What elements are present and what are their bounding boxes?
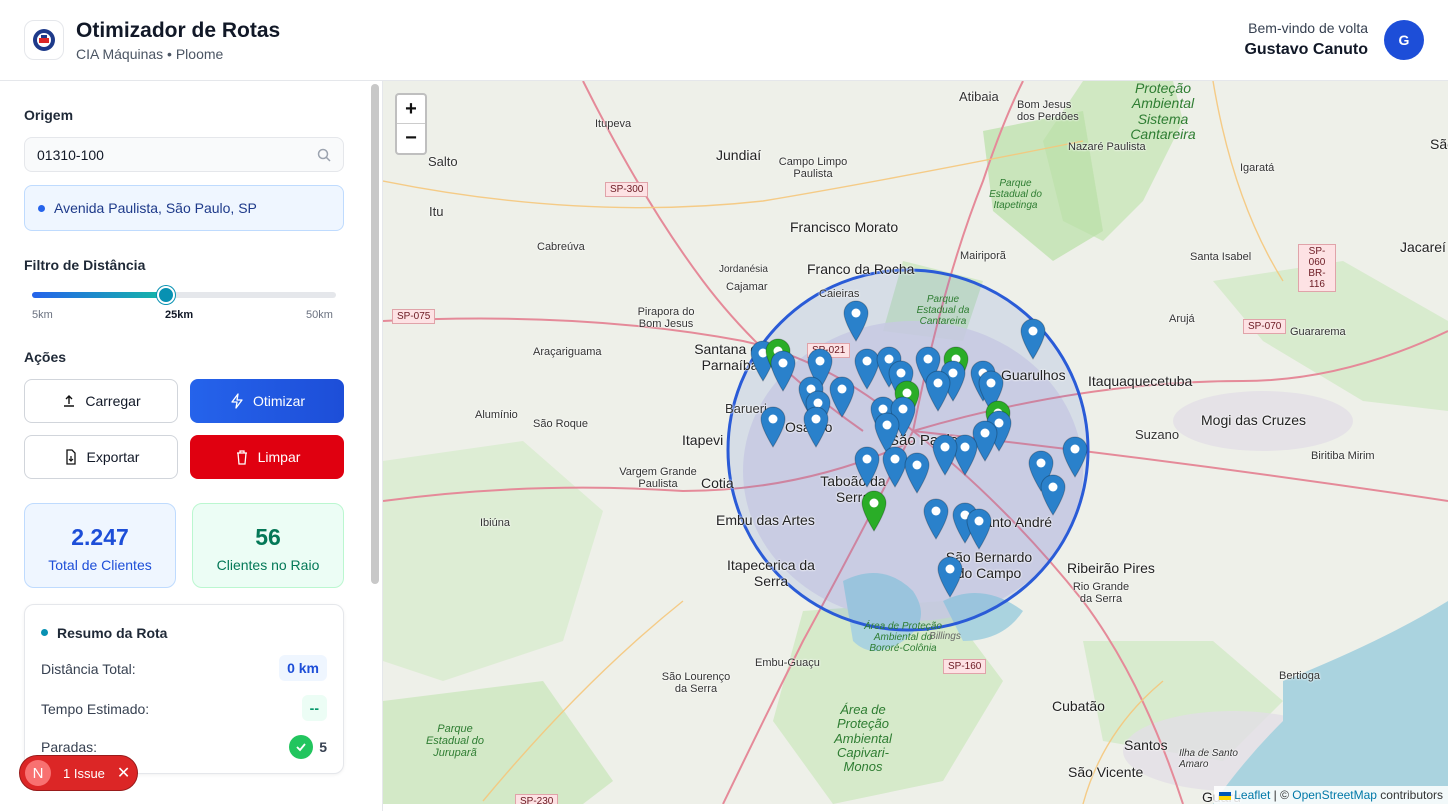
radius-clients-value: 56 <box>255 524 281 550</box>
flag-icon <box>1218 791 1231 800</box>
client-marker[interactable] <box>882 446 908 488</box>
client-marker[interactable] <box>937 556 963 598</box>
radius-clients-label: Clientes no Raio <box>216 557 320 573</box>
origin-label: Origem <box>24 107 74 123</box>
upload-icon <box>64 395 75 407</box>
total-clients-card: 2.247 Total de Clientes <box>24 503 176 588</box>
client-marker[interactable] <box>854 348 880 390</box>
slider-current-label: 25km <box>165 309 194 321</box>
map-view[interactable]: Atibaia Bom Jesus dos Perdões Itupeva Ju… <box>383 81 1448 804</box>
issue-badge[interactable]: N 1 Issue ✕ <box>19 755 138 791</box>
client-marker[interactable] <box>1020 318 1046 360</box>
client-marker[interactable] <box>972 420 998 462</box>
total-clients-label: Total de Clientes <box>48 557 152 573</box>
clear-button[interactable]: Limpar <box>190 435 344 479</box>
distance-slider[interactable] <box>32 286 336 304</box>
check-icon <box>289 735 314 759</box>
file-icon <box>65 449 76 465</box>
client-marker[interactable] <box>1040 474 1066 516</box>
zoom-in-button[interactable]: + <box>397 95 425 124</box>
lightning-icon <box>231 393 243 409</box>
zoom-control: + − <box>395 93 427 155</box>
total-clients-value: 2.247 <box>71 524 129 550</box>
origin-search <box>24 137 344 172</box>
map-attribution: Leaflet | © OpenStreetMap contributors <box>1213 786 1448 804</box>
slider-min-label: 5km <box>32 309 53 321</box>
route-summary-card: Resumo da Rota Distância Total: 0 km Tem… <box>24 604 344 774</box>
slider-max-label: 50km <box>306 309 333 321</box>
attribution-separator: | © <box>1270 788 1293 802</box>
location-dot-icon <box>38 204 45 212</box>
stops-count: 5 <box>289 735 327 759</box>
route-summary-title: Resumo da Rota <box>57 625 168 641</box>
client-marker[interactable] <box>760 406 786 448</box>
radius-clients-card: 56 Clientes no Raio <box>192 503 344 588</box>
app-subtitle: CIA Máquinas • Ploome <box>76 46 224 62</box>
company-logo <box>24 20 64 60</box>
export-button-label: Exportar <box>86 449 140 465</box>
client-marker[interactable] <box>923 498 949 540</box>
marker-layer <box>750 300 1088 598</box>
issue-text: 1 Issue <box>63 765 105 781</box>
estimated-time-value: -- <box>301 695 327 721</box>
slider-thumb[interactable] <box>156 286 175 304</box>
client-marker[interactable] <box>770 350 796 392</box>
user-avatar[interactable]: G <box>1384 20 1424 60</box>
logo-icon <box>33 29 55 51</box>
client-marker[interactable] <box>966 508 992 550</box>
total-distance-value: 0 km <box>279 655 327 681</box>
osm-link[interactable]: OpenStreetMap <box>1292 788 1377 802</box>
selected-address: Avenida Paulista, São Paulo, SP <box>24 185 344 231</box>
load-button-label: Carregar <box>85 393 141 409</box>
close-icon[interactable]: ✕ <box>117 763 130 783</box>
client-marker[interactable] <box>803 406 829 448</box>
attribution-tail: contributors <box>1376 788 1443 802</box>
client-marker[interactable] <box>843 300 869 342</box>
slider-fill <box>32 292 166 298</box>
sidebar-scrollbar[interactable] <box>371 84 379 584</box>
issue-initial: N <box>25 760 51 786</box>
estimated-time-label: Tempo Estimado: <box>41 701 150 717</box>
trash-icon <box>236 450 247 465</box>
clear-button-label: Limpar <box>257 449 301 465</box>
leaflet-link[interactable]: Leaflet <box>1234 788 1270 802</box>
load-button[interactable]: Carregar <box>24 379 178 423</box>
stops-label: Paradas: <box>41 739 98 755</box>
zoom-out-button[interactable]: − <box>397 124 425 153</box>
client-marker[interactable] <box>904 452 930 494</box>
username: Gustavo Canuto <box>1244 41 1368 58</box>
client-marker[interactable] <box>952 434 978 476</box>
client-marker[interactable] <box>829 376 855 418</box>
welcome-text: Bem-vindo de volta <box>1248 20 1368 36</box>
client-marker[interactable] <box>925 370 951 412</box>
client-marker[interactable] <box>854 446 880 488</box>
app-title: Otimizador de Rotas <box>76 19 281 42</box>
client-marker[interactable] <box>932 434 958 476</box>
address-text: Avenida Paulista, São Paulo, SP <box>54 200 257 216</box>
distance-filter-label: Filtro de Distância <box>24 257 146 273</box>
origin-input[interactable] <box>25 138 295 171</box>
optimize-button[interactable]: Otimizar <box>190 379 344 423</box>
client-marker[interactable] <box>1062 436 1088 478</box>
optimize-button-label: Otimizar <box>252 393 306 409</box>
total-distance-label: Distância Total: <box>41 661 136 677</box>
export-button[interactable]: Exportar <box>24 435 178 479</box>
search-icon[interactable] <box>317 148 331 162</box>
stops-value: 5 <box>319 739 327 755</box>
actions-label: Ações <box>24 349 67 365</box>
app-header: Otimizador de Rotas CIA Máquinas • Ploom… <box>0 0 1448 81</box>
summary-dot-icon <box>41 629 48 636</box>
selected-client-marker[interactable] <box>861 490 887 532</box>
